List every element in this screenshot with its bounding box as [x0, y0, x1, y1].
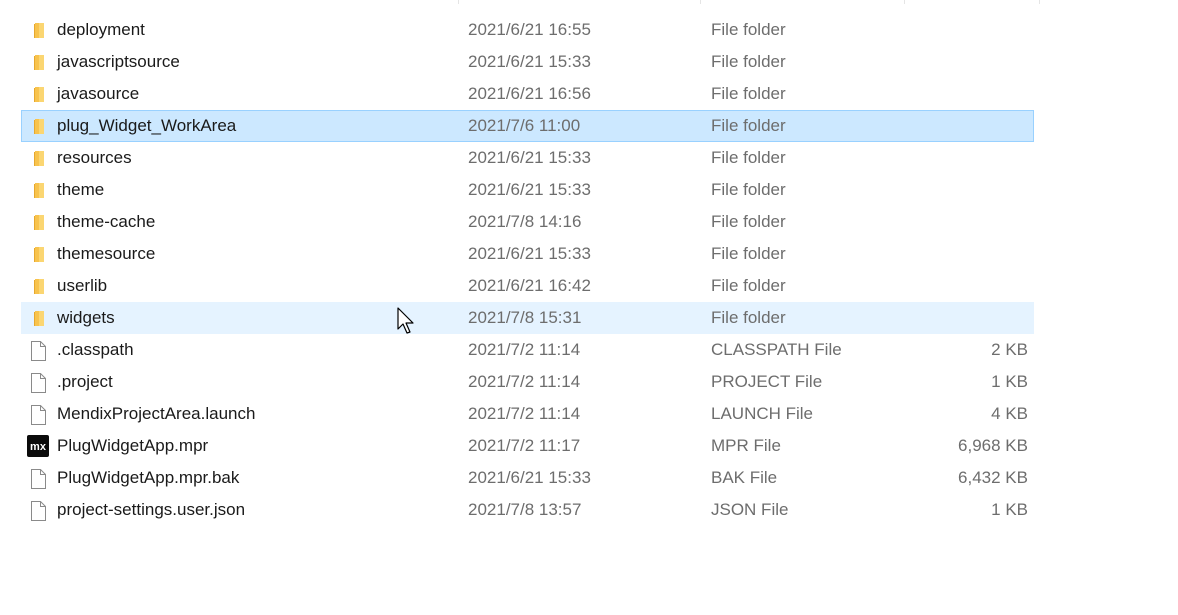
- file-name: themesource: [57, 244, 156, 263]
- file-icon: [28, 373, 48, 393]
- file-date-modified: 2021/7/8 13:57: [468, 500, 582, 519]
- file-name: deployment: [57, 20, 145, 39]
- file-name: resources: [57, 148, 132, 167]
- file-date-modified: 2021/6/21 15:33: [468, 148, 591, 167]
- file-row[interactable]: PlugWidgetApp.mpr.bak 2021/6/21 15:33 BA…: [21, 462, 1034, 494]
- file-type: File folder: [711, 116, 786, 135]
- file-date-modified: 2021/7/2 11:14: [468, 372, 581, 391]
- file-date-modified: 2021/7/8 15:31: [468, 308, 582, 327]
- file-date-modified: 2021/6/21 16:42: [468, 276, 591, 295]
- file-date-modified: 2021/7/6 11:00: [468, 116, 581, 135]
- file-row[interactable]: javasource 2021/6/21 16:56 File folder: [21, 78, 1034, 110]
- file-name: project-settings.user.json: [57, 500, 246, 519]
- file-type: PROJECT File: [711, 372, 823, 391]
- column-divider[interactable]: [458, 0, 459, 4]
- file-row[interactable]: theme 2021/6/21 15:33 File folder: [21, 174, 1034, 206]
- file-row[interactable]: .project 2021/7/2 11:14 PROJECT File 1 K…: [21, 366, 1034, 398]
- file-type: File folder: [711, 308, 786, 327]
- file-type: File folder: [711, 180, 786, 199]
- file-type: File folder: [711, 52, 786, 71]
- file-date-modified: 2021/6/21 15:33: [468, 468, 591, 487]
- file-row[interactable]: theme-cache 2021/7/8 14:16 File folder: [21, 206, 1034, 238]
- file-row[interactable]: .classpath 2021/7/2 11:14 CLASSPATH File…: [21, 334, 1034, 366]
- folder-icon: [28, 181, 48, 201]
- file-type: BAK File: [711, 468, 778, 487]
- file-type: File folder: [711, 244, 786, 263]
- file-row[interactable]: mx PlugWidgetApp.mpr 2021/7/2 11:17 MPR …: [21, 430, 1034, 462]
- file-type: File folder: [711, 84, 786, 103]
- file-list-pane: deployment 2021/6/21 16:55 File folder j…: [0, 0, 1178, 615]
- file-name: widgets: [57, 308, 115, 327]
- file-date-modified: 2021/7/2 11:14: [468, 404, 581, 423]
- file-date-modified: 2021/6/21 15:33: [468, 52, 591, 71]
- file-date-modified: 2021/7/2 11:14: [468, 340, 581, 359]
- file-name: PlugWidgetApp.mpr: [57, 436, 209, 455]
- file-size: 6,432 KB: [958, 468, 1028, 487]
- file-size: 4 KB: [991, 404, 1028, 423]
- folder-icon: [28, 53, 48, 73]
- file-size: 2 KB: [991, 340, 1028, 359]
- file-row[interactable]: javascriptsource 2021/6/21 15:33 File fo…: [21, 46, 1034, 78]
- folder-icon: [28, 85, 48, 105]
- mouse-cursor-icon: [397, 307, 414, 334]
- file-row[interactable]: widgets 2021/7/8 15:31 File folder: [21, 302, 1034, 334]
- file-type: MPR File: [711, 436, 781, 455]
- file-icon: [28, 501, 48, 521]
- file-name: javascriptsource: [57, 52, 180, 71]
- file-name: .classpath: [57, 340, 134, 359]
- column-divider[interactable]: [904, 0, 905, 4]
- file-list: deployment 2021/6/21 16:55 File folder j…: [21, 14, 1034, 526]
- file-type: File folder: [711, 212, 786, 231]
- folder-icon: [28, 21, 48, 41]
- file-date-modified: 2021/7/8 14:16: [468, 212, 582, 231]
- file-type: JSON File: [711, 500, 789, 519]
- file-size: 1 KB: [991, 372, 1028, 391]
- file-name: plug_Widget_WorkArea: [57, 116, 237, 135]
- file-icon: [28, 469, 48, 489]
- file-name: theme: [57, 180, 105, 199]
- file-type: File folder: [711, 276, 786, 295]
- file-row[interactable]: userlib 2021/6/21 16:42 File folder: [21, 270, 1034, 302]
- file-date-modified: 2021/6/21 15:33: [468, 244, 591, 263]
- file-row[interactable]: plug_Widget_WorkArea 2021/7/6 11:00 File…: [21, 110, 1034, 142]
- file-row[interactable]: deployment 2021/6/21 16:55 File folder: [21, 14, 1034, 46]
- file-type: CLASSPATH File: [711, 340, 842, 359]
- file-row[interactable]: MendixProjectArea.launch 2021/7/2 11:14 …: [21, 398, 1034, 430]
- file-name: MendixProjectArea.launch: [57, 404, 256, 423]
- svg-text:mx: mx: [30, 441, 47, 453]
- file-name: javasource: [57, 84, 140, 103]
- file-icon: [28, 405, 48, 425]
- file-size: 1 KB: [991, 500, 1028, 519]
- file-name: theme-cache: [57, 212, 156, 231]
- folder-icon: [28, 277, 48, 297]
- file-icon: [28, 341, 48, 361]
- file-name: userlib: [57, 276, 108, 295]
- file-name: .project: [57, 372, 113, 391]
- folder-icon: [28, 213, 48, 233]
- file-row[interactable]: themesource 2021/6/21 15:33 File folder: [21, 238, 1034, 270]
- file-date-modified: 2021/6/21 15:33: [468, 180, 591, 199]
- file-size: 6,968 KB: [958, 436, 1028, 455]
- folder-icon: [28, 245, 48, 265]
- file-date-modified: 2021/6/21 16:56: [468, 84, 591, 103]
- file-date-modified: 2021/6/21 16:55: [468, 20, 591, 39]
- file-type: File folder: [711, 20, 786, 39]
- folder-icon: [28, 117, 48, 137]
- file-type: File folder: [711, 148, 786, 167]
- file-row[interactable]: project-settings.user.json 2021/7/8 13:5…: [21, 494, 1034, 526]
- file-name: PlugWidgetApp.mpr.bak: [57, 468, 240, 487]
- file-date-modified: 2021/7/2 11:17: [468, 436, 581, 455]
- folder-icon: [28, 309, 48, 329]
- column-divider[interactable]: [700, 0, 701, 4]
- folder-icon: [28, 149, 48, 169]
- file-row[interactable]: resources 2021/6/21 15:33 File folder: [21, 142, 1034, 174]
- mendix-icon: mx: [27, 435, 49, 457]
- column-divider[interactable]: [1039, 0, 1040, 4]
- file-type: LAUNCH File: [711, 404, 814, 423]
